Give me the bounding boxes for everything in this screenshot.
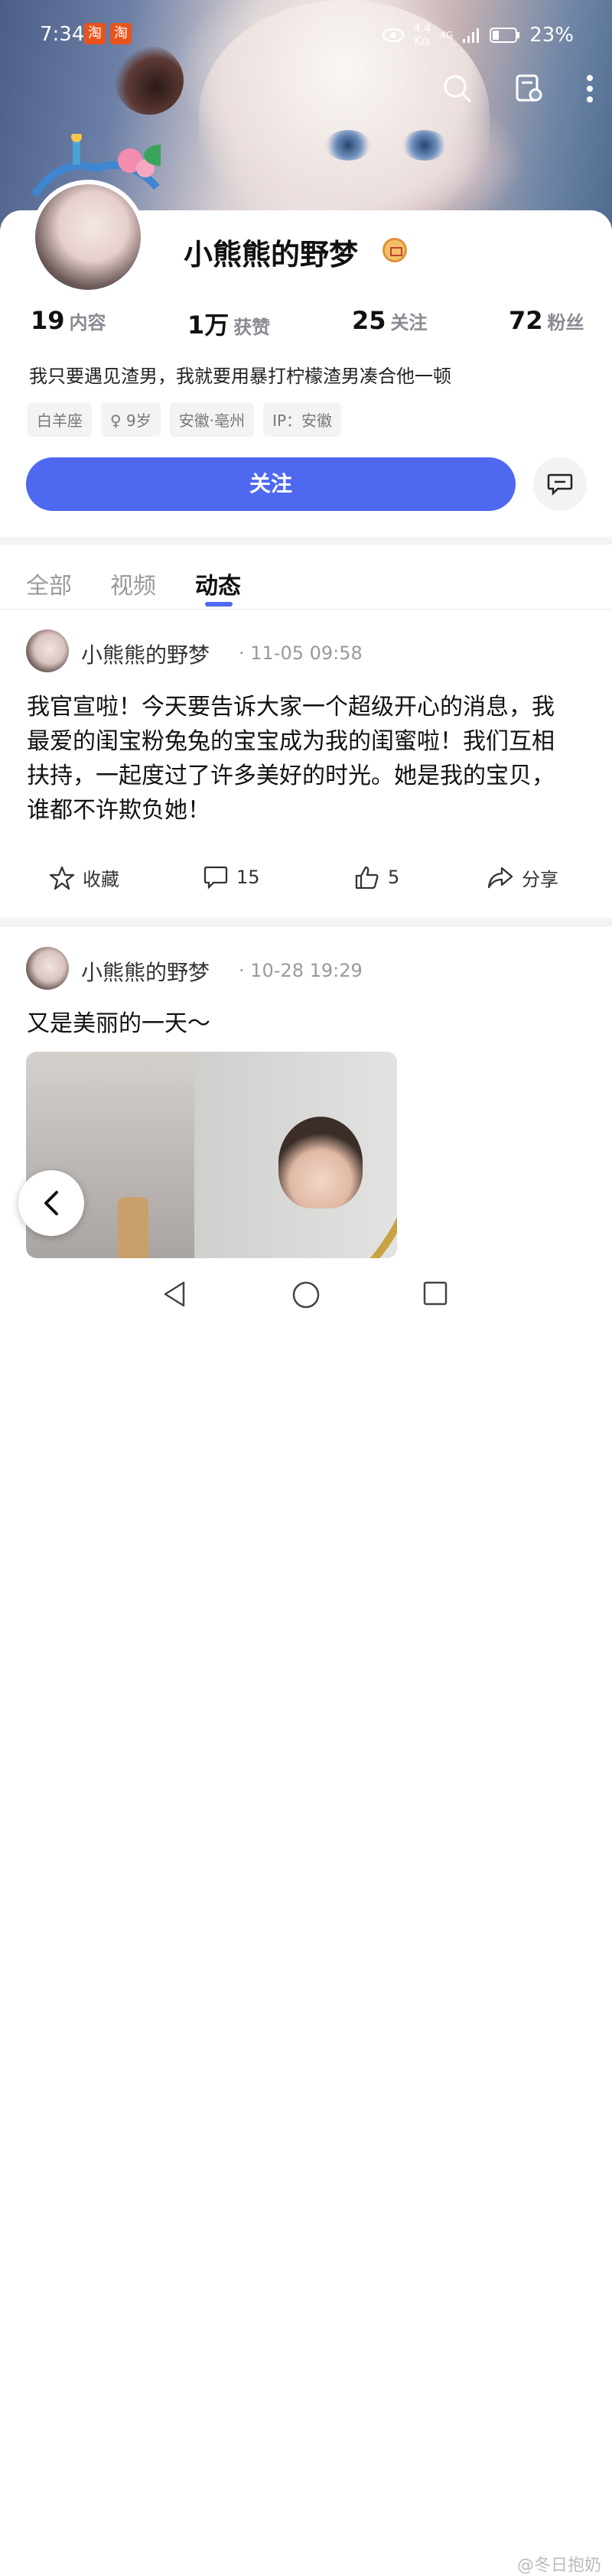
tag-ip: IP：安徽 <box>263 402 342 437</box>
chat-icon <box>547 473 573 496</box>
stat-value: 72 <box>509 306 543 335</box>
stat-label: 粉丝 <box>547 312 584 333</box>
profile-bio: 我只要遇见渣男，我就要用暴打柠檬渣男凑合他一顿 <box>29 366 451 387</box>
status-time: 7:34 <box>40 23 85 46</box>
chevron-left-icon <box>44 1191 58 1215</box>
tag-zodiac: 白羊座 <box>28 402 92 437</box>
share-icon <box>487 867 513 888</box>
profile-avatar[interactable] <box>31 180 145 294</box>
post-author[interactable]: 小熊熊的野梦 <box>81 956 210 987</box>
like-button[interactable]: 5 <box>354 864 399 890</box>
profile-name: 小熊熊的野梦 <box>184 238 359 272</box>
comment-icon <box>203 866 228 890</box>
tab-indicator <box>205 602 233 607</box>
status-app-badges: 淘 淘 <box>84 23 132 44</box>
net-speed: 4.4 K/s <box>414 23 431 47</box>
tabs-divider <box>0 609 612 610</box>
post-time-value: 10-28 19:29 <box>250 960 363 981</box>
stat-value: 19 <box>31 306 65 335</box>
follow-button[interactable]: 关注 <box>26 457 516 511</box>
stat-label: 内容 <box>69 312 106 333</box>
post-time-value: 11-05 09:58 <box>250 642 363 664</box>
content-tabs: 全部 视频 动态 <box>0 562 612 610</box>
stat-label: 获赞 <box>233 317 271 338</box>
post-avatar[interactable] <box>26 947 69 990</box>
post-text[interactable]: 又是美丽的一天～ <box>27 1007 562 1041</box>
post-time: · 10-28 19:29 <box>239 960 363 981</box>
star-icon <box>49 866 75 890</box>
tag-location: 安徽·亳州 <box>169 402 255 437</box>
net-speed-value: 4.4 <box>414 23 431 35</box>
stat-following[interactable]: 25 关注 <box>352 306 428 335</box>
post-avatar[interactable] <box>26 629 69 672</box>
stat-followers[interactable]: 72 粉丝 <box>509 306 584 335</box>
photo-bottle <box>118 1197 148 1258</box>
tab-video[interactable]: 视频 <box>110 567 156 600</box>
stat-label: 关注 <box>390 312 428 333</box>
thumbs-up-icon <box>355 866 379 890</box>
section-divider <box>0 537 612 545</box>
stat-likes[interactable]: 1万 获赞 <box>187 306 270 341</box>
battery-icon <box>490 28 520 43</box>
watermark: @冬日抱奶 <box>516 2556 601 2575</box>
post-author[interactable]: 小熊熊的野梦 <box>81 639 210 669</box>
share-button[interactable]: 分享 <box>487 864 558 891</box>
tag-age: ♀ 9岁 <box>101 402 161 437</box>
stat-value: 1万 <box>187 311 230 340</box>
battery-percent: 23% <box>529 24 574 47</box>
more-icon[interactable] <box>586 73 594 104</box>
share-label: 分享 <box>522 869 558 890</box>
profile-tags: 白羊座 ♀ 9岁 安徽·亳州 IP：安徽 <box>28 402 342 437</box>
settings-doc-icon[interactable] <box>514 73 545 104</box>
taobao-badge: 淘 <box>110 23 132 44</box>
favorite-label: 收藏 <box>83 869 119 890</box>
post-photo[interactable] <box>26 1052 397 1258</box>
stat-value: 25 <box>352 306 386 335</box>
post-time: · 11-05 09:58 <box>239 642 363 664</box>
nav-home-icon[interactable] <box>291 1280 321 1309</box>
avatar <box>35 184 141 290</box>
net-speed-unit: K/s <box>414 35 431 47</box>
post-actions: 收藏 15 5 分享 <box>0 864 612 895</box>
post-divider <box>0 918 612 927</box>
comment-count: 15 <box>236 867 260 888</box>
like-count: 5 <box>388 867 400 888</box>
level-badge-icon[interactable] <box>382 238 407 262</box>
top-actions <box>442 73 594 104</box>
back-button[interactable] <box>18 1170 84 1236</box>
signal-type: 4G <box>440 30 454 41</box>
post-text[interactable]: 我官宣啦！今天要告诉大家一个超级开心的消息，我最爱的闺宝粉兔兔的宝宝成为我的闺蜜… <box>27 690 562 828</box>
nav-back-icon[interactable] <box>161 1280 188 1308</box>
photo-person <box>278 1117 363 1208</box>
signal-icon <box>463 28 480 43</box>
message-button[interactable] <box>533 457 587 511</box>
comment-button[interactable]: 15 <box>203 864 260 890</box>
taobao-badge: 淘 <box>84 23 106 44</box>
eye-icon <box>382 28 405 43</box>
banner-eye-left <box>325 130 371 161</box>
system-nav-bar: @冬日抱奶 <box>0 1262 612 2575</box>
favorite-button[interactable]: 收藏 <box>49 864 119 891</box>
status-bar: 7:34 淘 淘 4.4 K/s 4G 23% <box>0 0 612 69</box>
tab-moments[interactable]: 动态 <box>195 567 241 600</box>
banner-eye-right <box>402 130 448 161</box>
nav-recents-icon[interactable] <box>422 1280 448 1306</box>
search-icon[interactable] <box>442 73 473 104</box>
stat-content[interactable]: 19 内容 <box>31 306 106 335</box>
tab-all[interactable]: 全部 <box>26 567 72 600</box>
